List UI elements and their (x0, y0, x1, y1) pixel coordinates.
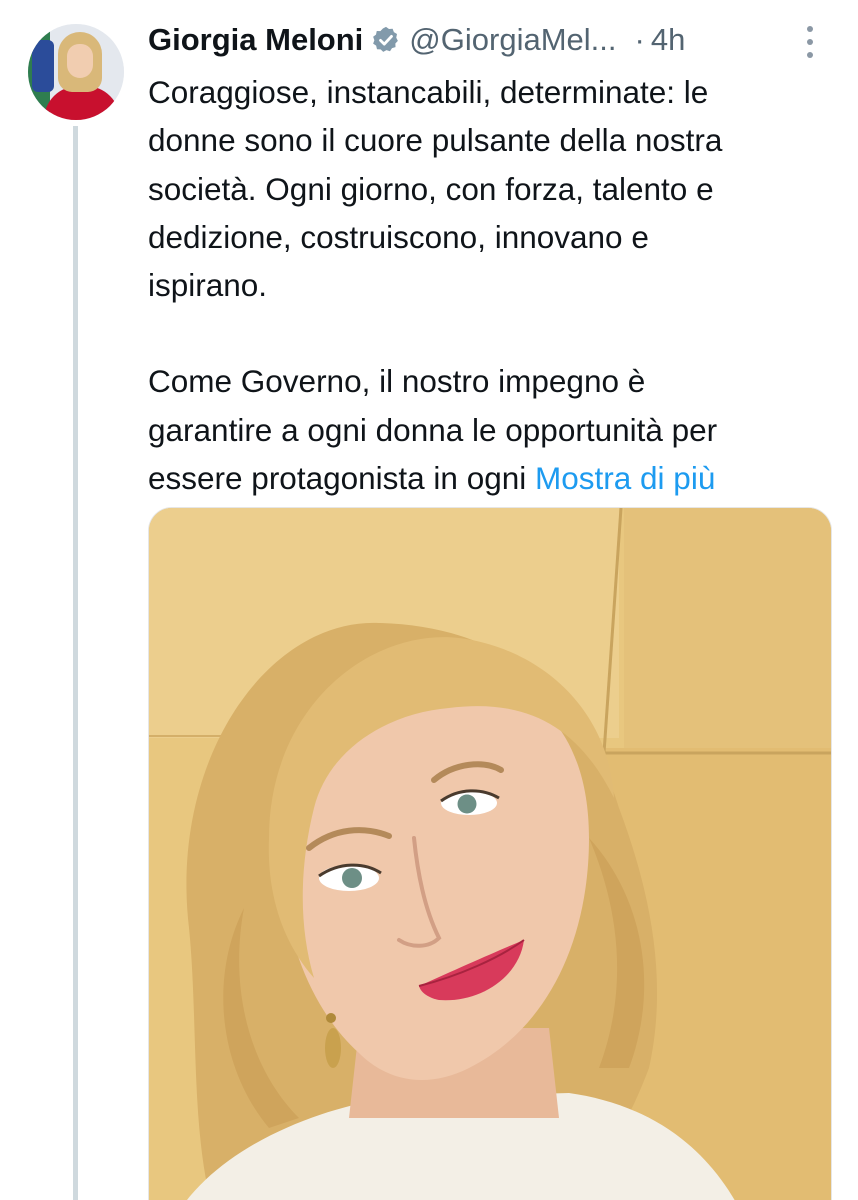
timestamp[interactable]: 4h (651, 22, 685, 58)
tweet-text: Coraggiose, instancabili, determinate: l… (148, 68, 838, 502)
author-name[interactable]: Giorgia Meloni (148, 22, 363, 58)
tweet[interactable]: Giorgia Meloni @GiorgiaMel... · 4h Corag… (0, 0, 858, 1200)
tweet-text-line: Coraggiose, instancabili, determinate: l… (148, 74, 709, 110)
tweet-photo[interactable] (148, 507, 832, 1200)
tweet-text-line: società. Ogni giorno, con forza, talento… (148, 170, 714, 207)
more-options-icon[interactable] (800, 22, 820, 62)
photo-portrait (149, 508, 831, 1200)
tweet-text-last-line: essere protagonista in ogni Mostra di pi… (148, 454, 838, 502)
tweet-text-line: garantire a ogni donna le opportunità pe… (148, 411, 718, 448)
tweet-text-line: ispirano. (148, 267, 268, 304)
separator-dot: · (634, 22, 645, 57)
tweet-text-line: Come Governo, il nostro impegno è (148, 363, 646, 400)
tweet-text-line: essere protagonista in ogni (148, 460, 527, 497)
tweet-text-line: donne sono il cuore pulsante della nostr… (148, 122, 723, 159)
thread-line (73, 126, 78, 1200)
tweet-header: Giorgia Meloni @GiorgiaMel... · 4h (148, 18, 828, 62)
avatar[interactable] (28, 24, 124, 120)
verified-badge-icon (371, 25, 401, 55)
tweet-text-line: dedizione, costruiscono, innovano e (148, 218, 649, 255)
author-handle[interactable]: @GiorgiaMel... (409, 22, 616, 58)
show-more-link[interactable]: Mostra di più (535, 460, 715, 496)
